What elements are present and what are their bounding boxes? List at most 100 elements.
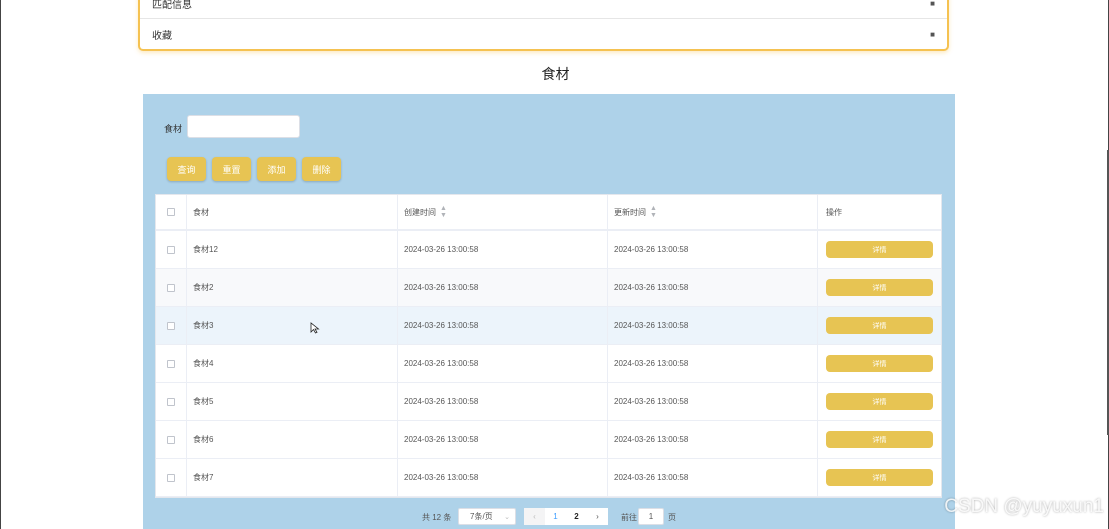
detail-button[interactable]: 详情 xyxy=(826,431,933,448)
column-header-label: 食材 xyxy=(193,207,209,217)
pagination: 共 12 条 7条/页 ⌄ ‹ 1 2 › 前往 1 页 xyxy=(143,508,955,526)
row-checkbox[interactable] xyxy=(167,435,175,444)
cell-name: 食材6 xyxy=(187,421,398,458)
chevron-down-icon: ⌄ xyxy=(504,513,510,521)
cell-name-text: 食材12 xyxy=(193,245,218,254)
row-select-cell xyxy=(156,269,187,306)
menu-item-label: 匹配信息 xyxy=(152,0,192,11)
select-all-cell xyxy=(156,195,187,229)
cell-created: 2024-03-26 13:00:58 xyxy=(398,383,608,420)
cell-name-text: 食材2 xyxy=(193,283,214,292)
cell-updated-text: 2024-03-26 13:00:58 xyxy=(614,473,689,482)
detail-button[interactable]: 详情 xyxy=(826,393,933,410)
column-header-updated[interactable]: 更新时间 ▲ ▼ xyxy=(608,195,818,229)
column-header-label: 更新时间 xyxy=(614,207,646,217)
pagination-total: 共 12 条 xyxy=(422,513,452,522)
cell-created-text: 2024-03-26 13:00:58 xyxy=(404,473,479,482)
menu-item-match-info[interactable]: 匹配信息 ■ xyxy=(140,0,947,19)
row-checkbox[interactable] xyxy=(167,359,175,368)
cell-created-text: 2024-03-26 13:00:58 xyxy=(404,245,479,254)
row-checkbox[interactable] xyxy=(167,283,175,292)
cell-created-text: 2024-03-26 13:00:58 xyxy=(404,397,479,406)
prev-page-button[interactable]: ‹ xyxy=(524,508,545,525)
reset-button[interactable]: 重置 xyxy=(212,157,251,181)
sort-icon[interactable]: ▲ ▼ xyxy=(650,205,657,219)
sort-icon[interactable]: ▲ ▼ xyxy=(440,205,447,219)
cell-ops: 详情 xyxy=(818,421,941,458)
cell-ops: 详情 xyxy=(818,307,941,344)
page-number[interactable]: 1 xyxy=(545,508,566,525)
page-suffix: 页 xyxy=(668,513,676,522)
row-checkbox[interactable] xyxy=(167,321,175,330)
add-button[interactable]: 添加 xyxy=(257,157,296,181)
cell-name: 食材12 xyxy=(187,231,398,268)
cell-created-text: 2024-03-26 13:00:58 xyxy=(404,435,479,444)
table-row[interactable]: 食材12 2024-03-26 13:00:58 2024-03-26 13:00:… xyxy=(156,231,941,269)
row-select-cell xyxy=(156,345,187,382)
table-row[interactable]: 食材5 2024-03-26 13:00:58 2024-03-26 13:00:5… xyxy=(156,383,941,421)
table-body: 食材12 2024-03-26 13:00:58 2024-03-26 13:00:… xyxy=(156,231,941,497)
cell-created: 2024-03-26 13:00:58 xyxy=(398,231,608,268)
cell-created: 2024-03-26 13:00:58 xyxy=(398,459,608,496)
column-header-ops: 操作 xyxy=(818,195,941,229)
detail-button[interactable]: 详情 xyxy=(826,241,933,258)
next-page-button[interactable]: › xyxy=(587,508,608,525)
query-button[interactable]: 查询 xyxy=(167,157,206,181)
user-menu-dropdown: 匹配信息 ■ 收藏 ■ xyxy=(138,0,949,51)
detail-button[interactable]: 详情 xyxy=(826,469,933,486)
cell-ops: 详情 xyxy=(818,459,941,496)
cell-updated-text: 2024-03-26 13:00:58 xyxy=(614,321,689,330)
menu-item-label: 收藏 xyxy=(152,31,172,42)
menu-item-favorites[interactable]: 收藏 ■ xyxy=(140,19,947,50)
goto-page-input[interactable]: 1 xyxy=(638,508,664,525)
cell-created-text: 2024-03-26 13:00:58 xyxy=(404,359,479,368)
table-row[interactable]: 食材7 2024-03-26 13:00:58 2024-03-26 13:00:5… xyxy=(156,459,941,497)
cell-name-text: 食材4 xyxy=(193,359,214,368)
cell-name: 食材5 xyxy=(187,383,398,420)
lock-icon: ■ xyxy=(930,30,935,39)
page-size-select[interactable]: 7条/页 ⌄ xyxy=(458,508,516,525)
row-select-cell xyxy=(156,383,187,420)
cell-updated-text: 2024-03-26 13:00:58 xyxy=(614,283,689,292)
search-label: 食材 xyxy=(164,124,183,134)
cell-created-text: 2024-03-26 13:00:58 xyxy=(404,283,479,292)
cell-created: 2024-03-26 13:00:58 xyxy=(398,307,608,344)
cell-updated-text: 2024-03-26 13:00:58 xyxy=(614,359,689,368)
row-checkbox[interactable] xyxy=(167,397,175,406)
cell-updated-text: 2024-03-26 13:00:58 xyxy=(614,435,689,444)
cell-ops: 详情 xyxy=(818,269,941,306)
cell-updated-text: 2024-03-26 13:00:58 xyxy=(614,397,689,406)
cell-updated-text: 2024-03-26 13:00:58 xyxy=(614,245,689,254)
detail-button[interactable]: 详情 xyxy=(826,355,933,372)
cell-created-text: 2024-03-26 13:00:58 xyxy=(404,321,479,330)
table-row[interactable]: 食材6 2024-03-26 13:00:58 2024-03-26 13:00:5… xyxy=(156,421,941,459)
column-header-name: 食材 xyxy=(187,195,398,229)
cell-name: 食材7 xyxy=(187,459,398,496)
detail-button[interactable]: 详情 xyxy=(826,317,933,334)
detail-button[interactable]: 详情 xyxy=(826,279,933,296)
cell-ops: 详情 xyxy=(818,345,941,382)
cell-updated: 2024-03-26 13:00:58 xyxy=(608,231,818,268)
watermark: CSDN @yuyuxun1 xyxy=(944,496,1104,517)
row-select-cell xyxy=(156,459,187,496)
column-header-label: 创建时间 xyxy=(404,207,436,217)
table-header-row: 食材 创建时间 ▲ ▼ 更新时间 ▲ ▼ 操作 xyxy=(156,195,941,231)
table-row[interactable]: 食材3 2024-03-26 13:00:58 2024-03-26 13:00:5… xyxy=(156,307,941,345)
column-header-created[interactable]: 创建时间 ▲ ▼ xyxy=(398,195,608,229)
ingredient-panel: 食材 查询 重置 添加 删除 食材 创建时间 ▲ ▼ 更新时间 ▲ ▼ 操作 食… xyxy=(143,94,955,529)
cell-updated: 2024-03-26 13:00:58 xyxy=(608,383,818,420)
page-number-current[interactable]: 2 xyxy=(566,508,587,525)
row-checkbox[interactable] xyxy=(167,245,175,254)
row-checkbox[interactable] xyxy=(167,473,175,482)
cell-updated: 2024-03-26 13:00:58 xyxy=(608,345,818,382)
select-all-checkbox[interactable] xyxy=(167,208,175,216)
cell-name: 食材2 xyxy=(187,269,398,306)
ingredient-search-input[interactable] xyxy=(187,115,300,138)
table-row[interactable]: 食材2 2024-03-26 13:00:58 2024-03-26 13:00:5… xyxy=(156,269,941,307)
cell-created: 2024-03-26 13:00:58 xyxy=(398,345,608,382)
table-row[interactable]: 食材4 2024-03-26 13:00:58 2024-03-26 13:00:5… xyxy=(156,345,941,383)
cell-name: 食材3 xyxy=(187,307,398,344)
column-header-label: 操作 xyxy=(826,207,842,217)
delete-button[interactable]: 删除 xyxy=(302,157,341,181)
cell-created: 2024-03-26 13:00:58 xyxy=(398,421,608,458)
